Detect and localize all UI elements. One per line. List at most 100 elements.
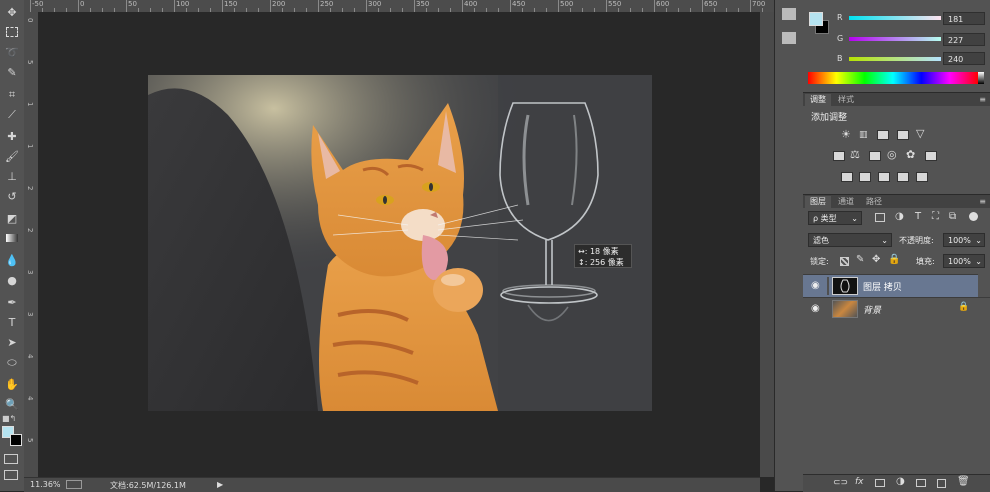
link-layers-icon[interactable]: ⊂⊃: [833, 478, 848, 488]
black-white-icon[interactable]: [869, 151, 881, 161]
layers-panel-menu-icon[interactable]: ≡: [979, 197, 986, 206]
lock-label: 锁定:: [810, 257, 829, 266]
lock-position-icon[interactable]: ✥: [872, 254, 880, 265]
vibrance-icon[interactable]: ▽: [916, 127, 924, 140]
visibility-eye-icon[interactable]: ◉: [811, 303, 820, 314]
tab-channels[interactable]: 通道: [833, 196, 859, 208]
hand-icon[interactable]: ✋: [3, 376, 21, 392]
trash-icon[interactable]: 🗑: [957, 476, 970, 487]
filter-smart-object-icon[interactable]: ⧉: [949, 211, 956, 222]
eraser-icon[interactable]: ◩: [3, 210, 21, 226]
color-r-slider[interactable]: [849, 16, 941, 20]
photo-filter-icon[interactable]: ◎: [887, 148, 897, 161]
ruler-tick: [750, 0, 751, 12]
ruler-left-label: 3: [26, 270, 34, 275]
tab-layers[interactable]: 图层: [805, 196, 831, 208]
brush-icon[interactable]: 🖌: [3, 148, 21, 164]
levels-icon[interactable]: ▥: [859, 130, 868, 140]
layer-name[interactable]: 图层 拷贝: [863, 280, 902, 293]
background-swatch[interactable]: [10, 434, 22, 446]
tab-styles[interactable]: 样式: [833, 94, 859, 106]
posterize-icon[interactable]: [859, 172, 871, 182]
new-layer-icon[interactable]: [937, 479, 946, 488]
zoom-icon[interactable]: 🔍: [3, 396, 21, 412]
color-b-slider[interactable]: [849, 57, 941, 61]
blend-mode-dropdown[interactable]: 滤色 ⌄: [808, 233, 892, 247]
right-panels: R 181 G 227 B 240 调整 样式 ≡ 添加调整 ☀ ▥ ▽ ⚖ ◎…: [803, 0, 990, 492]
eyedropper-icon[interactable]: ⟋: [3, 106, 21, 122]
ruler-tick: [126, 0, 127, 12]
color-r-value[interactable]: 181: [943, 12, 985, 25]
curves-icon[interactable]: [877, 130, 889, 140]
visibility-eye-icon[interactable]: ◉: [811, 280, 820, 291]
color-spectrum-bar[interactable]: [808, 72, 978, 84]
color-g-slider[interactable]: [849, 37, 941, 41]
color-g-value[interactable]: 227: [943, 33, 985, 46]
status-share-icon[interactable]: [66, 480, 82, 489]
new-adjustment-icon[interactable]: ◑: [896, 476, 905, 487]
lasso-icon[interactable]: ➰: [3, 44, 21, 60]
ruler-top-label: -50: [32, 0, 44, 8]
new-group-icon[interactable]: [916, 479, 926, 487]
ruler-top-label: 200: [272, 0, 286, 8]
filter-shape-icon[interactable]: ⛶: [932, 211, 939, 222]
gradient-icon[interactable]: [3, 230, 21, 246]
zoom-level[interactable]: 11.36%: [30, 480, 61, 489]
filter-adjustment-icon[interactable]: ◑: [895, 211, 904, 222]
lock-image-icon[interactable]: ✎: [856, 254, 864, 265]
measure-width-label: ↔:: [578, 247, 588, 256]
filter-pixel-icon[interactable]: [875, 213, 885, 222]
filter-type-icon[interactable]: T: [915, 211, 921, 222]
shape-icon[interactable]: ⬭: [3, 354, 21, 370]
selective-color-icon[interactable]: [916, 172, 928, 182]
vertical-scrollbar[interactable]: [760, 12, 774, 477]
dodge-icon[interactable]: ●: [3, 272, 21, 288]
color-balance-icon[interactable]: ⚖: [850, 148, 860, 161]
default-colors-icon[interactable]: ■↰: [2, 414, 16, 423]
color-lookup-icon[interactable]: [925, 151, 937, 161]
layer-row[interactable]: ◉ 图层 拷贝: [803, 274, 978, 297]
filter-toggle-icon[interactable]: [969, 212, 978, 221]
brightness-contrast-icon[interactable]: ☀: [841, 128, 851, 141]
tab-paths[interactable]: 路径: [861, 196, 887, 208]
lock-transparent-icon[interactable]: [840, 257, 849, 266]
threshold-icon[interactable]: [878, 172, 890, 182]
color-b-value[interactable]: 240: [943, 52, 985, 65]
tab-adjustments[interactable]: 调整: [805, 94, 831, 106]
document-image[interactable]: [148, 75, 652, 411]
move-icon[interactable]: ✥: [3, 4, 21, 20]
screen-mode-icon[interactable]: [4, 470, 18, 480]
ruler-tick: [366, 0, 367, 12]
healing-icon[interactable]: ✚: [3, 128, 21, 144]
ruler-left-label: 2: [26, 228, 34, 233]
lock-all-icon[interactable]: 🔒: [888, 254, 900, 265]
quick-mask-icon[interactable]: [4, 454, 18, 464]
foreground-color-chip[interactable]: [809, 12, 823, 26]
type-icon[interactable]: T: [3, 314, 21, 330]
status-menu-arrow-icon[interactable]: ▶: [217, 480, 223, 489]
panel-menu-icon[interactable]: ≡: [979, 95, 986, 104]
blur-icon[interactable]: 💧: [3, 252, 21, 268]
exposure-icon[interactable]: [897, 130, 909, 140]
layer-name[interactable]: 背景: [863, 303, 881, 316]
channel-mixer-icon[interactable]: ✿: [906, 148, 915, 161]
actions-panel-icon[interactable]: [782, 32, 796, 44]
crop-icon[interactable]: ⌗: [3, 86, 21, 102]
quick-select-icon[interactable]: ✎: [3, 64, 21, 80]
add-mask-icon[interactable]: [875, 479, 885, 487]
history-panel-icon[interactable]: [782, 8, 796, 20]
opacity-input[interactable]: 100% ⌄: [943, 233, 985, 247]
layer-row[interactable]: ◉ 背景 🔒: [803, 297, 990, 320]
hue-saturation-icon[interactable]: [833, 151, 845, 161]
pen-icon[interactable]: ✒: [3, 294, 21, 310]
fill-input[interactable]: 100% ⌄: [943, 254, 985, 268]
layer-filter-dropdown[interactable]: ρ 类型 ⌄: [808, 211, 862, 225]
invert-icon[interactable]: [841, 172, 853, 182]
color-bw-ramp[interactable]: [978, 72, 984, 84]
layer-style-icon[interactable]: fx: [855, 477, 864, 487]
gradient-map-icon[interactable]: [897, 172, 909, 182]
stamp-icon[interactable]: ⊥: [3, 168, 21, 184]
path-select-icon[interactable]: ➤: [3, 334, 21, 350]
marquee-icon[interactable]: [3, 24, 21, 40]
history-brush-icon[interactable]: ↺: [3, 188, 21, 204]
